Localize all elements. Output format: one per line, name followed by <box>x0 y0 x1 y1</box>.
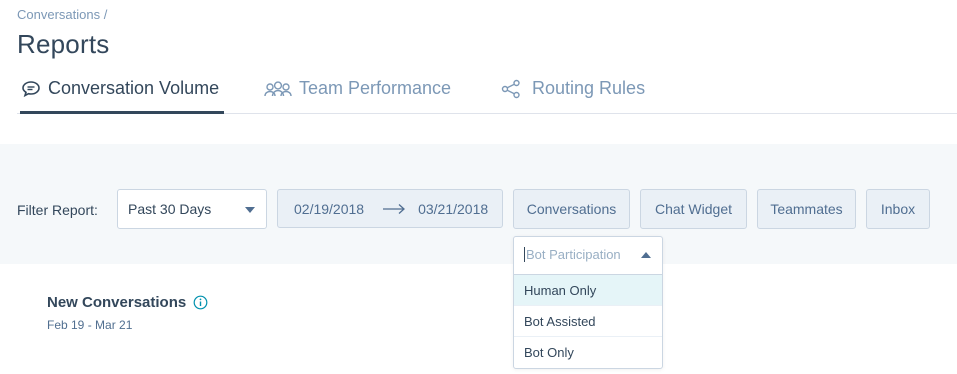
tab-label: Routing Rules <box>532 78 646 98</box>
teammates-filter-button[interactable]: Teammates <box>757 189 856 229</box>
tab-team-performance[interactable]: Team Performance <box>263 78 451 114</box>
breadcrumb[interactable]: Conversations / <box>17 7 107 22</box>
chat-widget-filter-button[interactable]: Chat Widget <box>640 189 747 229</box>
dropdown-search <box>514 237 662 275</box>
team-icon <box>263 78 293 100</box>
card-date-range: Feb 19 - Mar 21 <box>47 318 133 332</box>
tab-conversation-volume[interactable]: Conversation Volume <box>20 78 224 114</box>
dropdown-option-human-only[interactable]: Human Only <box>514 275 662 306</box>
bot-participation-dropdown: Human Only Bot Assisted Bot Only <box>513 236 663 369</box>
arrow-right-icon <box>382 203 406 215</box>
dropdown-option-bot-assisted[interactable]: Bot Assisted <box>514 306 662 337</box>
date-range-select-value: Past 30 Days <box>128 201 212 217</box>
share-nodes-icon <box>500 78 522 100</box>
chat-bubble-icon <box>20 78 42 100</box>
end-date[interactable]: 03/21/2018 <box>418 201 488 217</box>
chevron-up-icon[interactable] <box>641 252 651 258</box>
new-conversations-card: New Conversations Feb 19 - Mar 21 <box>17 264 957 374</box>
chevron-down-icon <box>245 207 255 213</box>
dropdown-option-bot-only[interactable]: Bot Only <box>514 337 662 368</box>
tab-label: Conversation Volume <box>48 78 220 98</box>
date-range-picker[interactable]: 02/19/2018 03/21/2018 <box>277 189 503 228</box>
bot-participation-search-input[interactable] <box>524 247 634 262</box>
card-title: New Conversations <box>47 294 208 311</box>
start-date[interactable]: 02/19/2018 <box>294 201 364 217</box>
page-title: Reports <box>17 29 110 59</box>
card-title-text: New Conversations <box>47 294 187 311</box>
date-range-select[interactable]: Past 30 Days <box>117 189 267 229</box>
report-tabs: Conversation Volume Team Performance Rou… <box>17 70 957 114</box>
tab-label: Team Performance <box>299 78 452 98</box>
tab-routing-rules[interactable]: Routing Rules <box>500 78 645 114</box>
conversations-filter-button[interactable]: Conversations <box>513 189 630 229</box>
info-icon[interactable] <box>193 295 208 310</box>
filter-bar: Filter Report: Past 30 Days 02/19/2018 0… <box>0 144 957 264</box>
filter-label: Filter Report: <box>17 202 98 218</box>
inbox-filter-button[interactable]: Inbox <box>866 189 930 229</box>
